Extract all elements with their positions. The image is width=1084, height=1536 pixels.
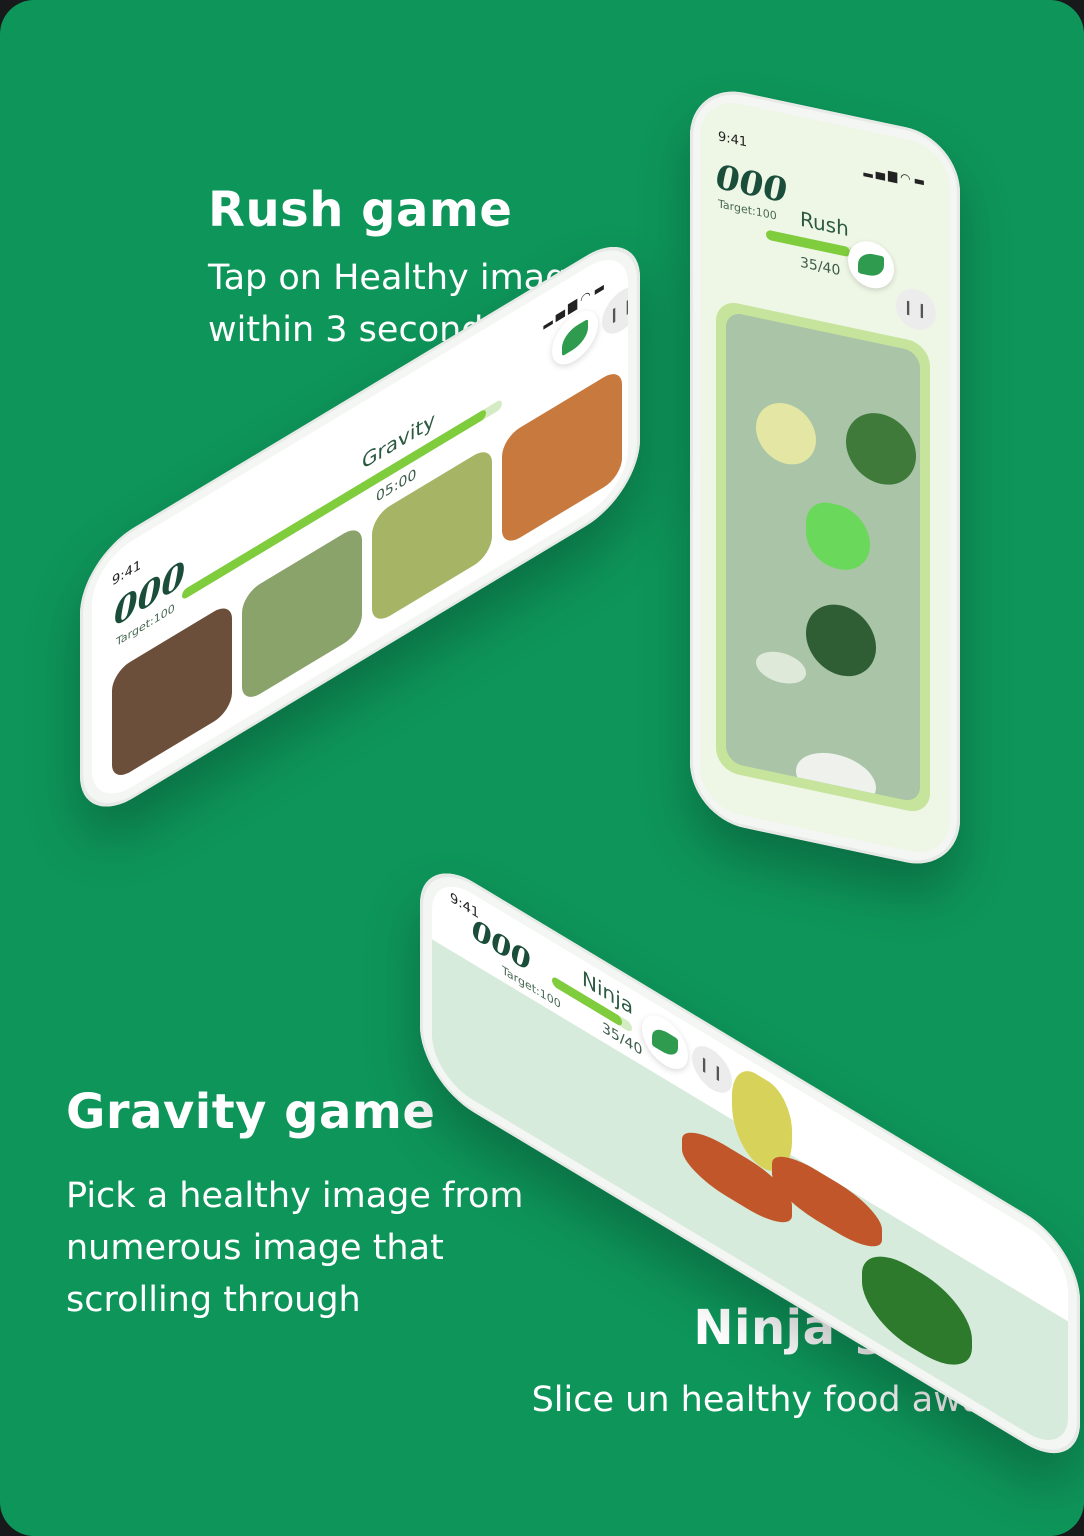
rush-status-icons: ▂▄▆◠▬: [863, 162, 928, 190]
kale-leaf: [846, 406, 916, 492]
leaf-logo-icon: [652, 1023, 678, 1062]
cucumber-slice: [756, 647, 806, 688]
gravity-tile-salad-2[interactable]: [502, 366, 622, 549]
leaf-logo-icon: [562, 318, 588, 357]
rush-logo-button[interactable]: [848, 236, 894, 293]
gravity-caption: Gravity game Pick a healthy image from n…: [66, 1084, 524, 1326]
gravity-desc-line2: numerous image that: [66, 1228, 444, 1268]
gravity-desc-line1: Pick a healthy image from: [66, 1176, 524, 1216]
pause-icon: ❙❙: [608, 294, 628, 327]
radish-slice: [796, 745, 876, 804]
smiley-logo-icon: [806, 497, 870, 576]
rush-pause-button[interactable]: ❙❙: [896, 285, 936, 334]
gravity-description: Pick a healthy image from numerous image…: [66, 1170, 524, 1326]
rush-food-image[interactable]: [726, 310, 920, 804]
leaf-logo-icon: [858, 251, 884, 279]
wifi-icon: ◠: [900, 169, 914, 187]
pause-icon: ❙❙: [698, 1053, 726, 1086]
battery-icon: ▬: [913, 172, 928, 190]
rush-game-title: Rush: [800, 206, 849, 242]
gravity-desc-line3: scrolling through: [66, 1280, 361, 1320]
ninja-target: Target:100: [502, 963, 561, 1012]
rush-title: Rush game: [208, 182, 513, 238]
rush-status-time: 9:41: [718, 129, 748, 151]
lemon-slice: [756, 397, 816, 471]
wifi-icon: ◠: [580, 285, 594, 308]
promo-canvas: Rush game Tap on Healthy image within 3 …: [0, 0, 1084, 1536]
ninja-pause-button[interactable]: ❙❙: [692, 1037, 732, 1102]
rush-screen: 9:41 ▂▄▆◠▬ 000 Target:100 Rush 35/40 ❙❙: [700, 95, 950, 860]
rush-game-area[interactable]: [716, 298, 930, 816]
spinach-leaf: [806, 597, 876, 683]
pause-icon: ❙❙: [902, 298, 930, 321]
battery-icon: ▬: [593, 276, 608, 300]
rush-phone: 9:41 ▂▄▆◠▬ 000 Target:100 Rush 35/40 ❙❙: [690, 81, 960, 874]
rush-counter: 35/40: [800, 254, 841, 280]
signal-icon: ▂▄▆: [863, 162, 901, 184]
